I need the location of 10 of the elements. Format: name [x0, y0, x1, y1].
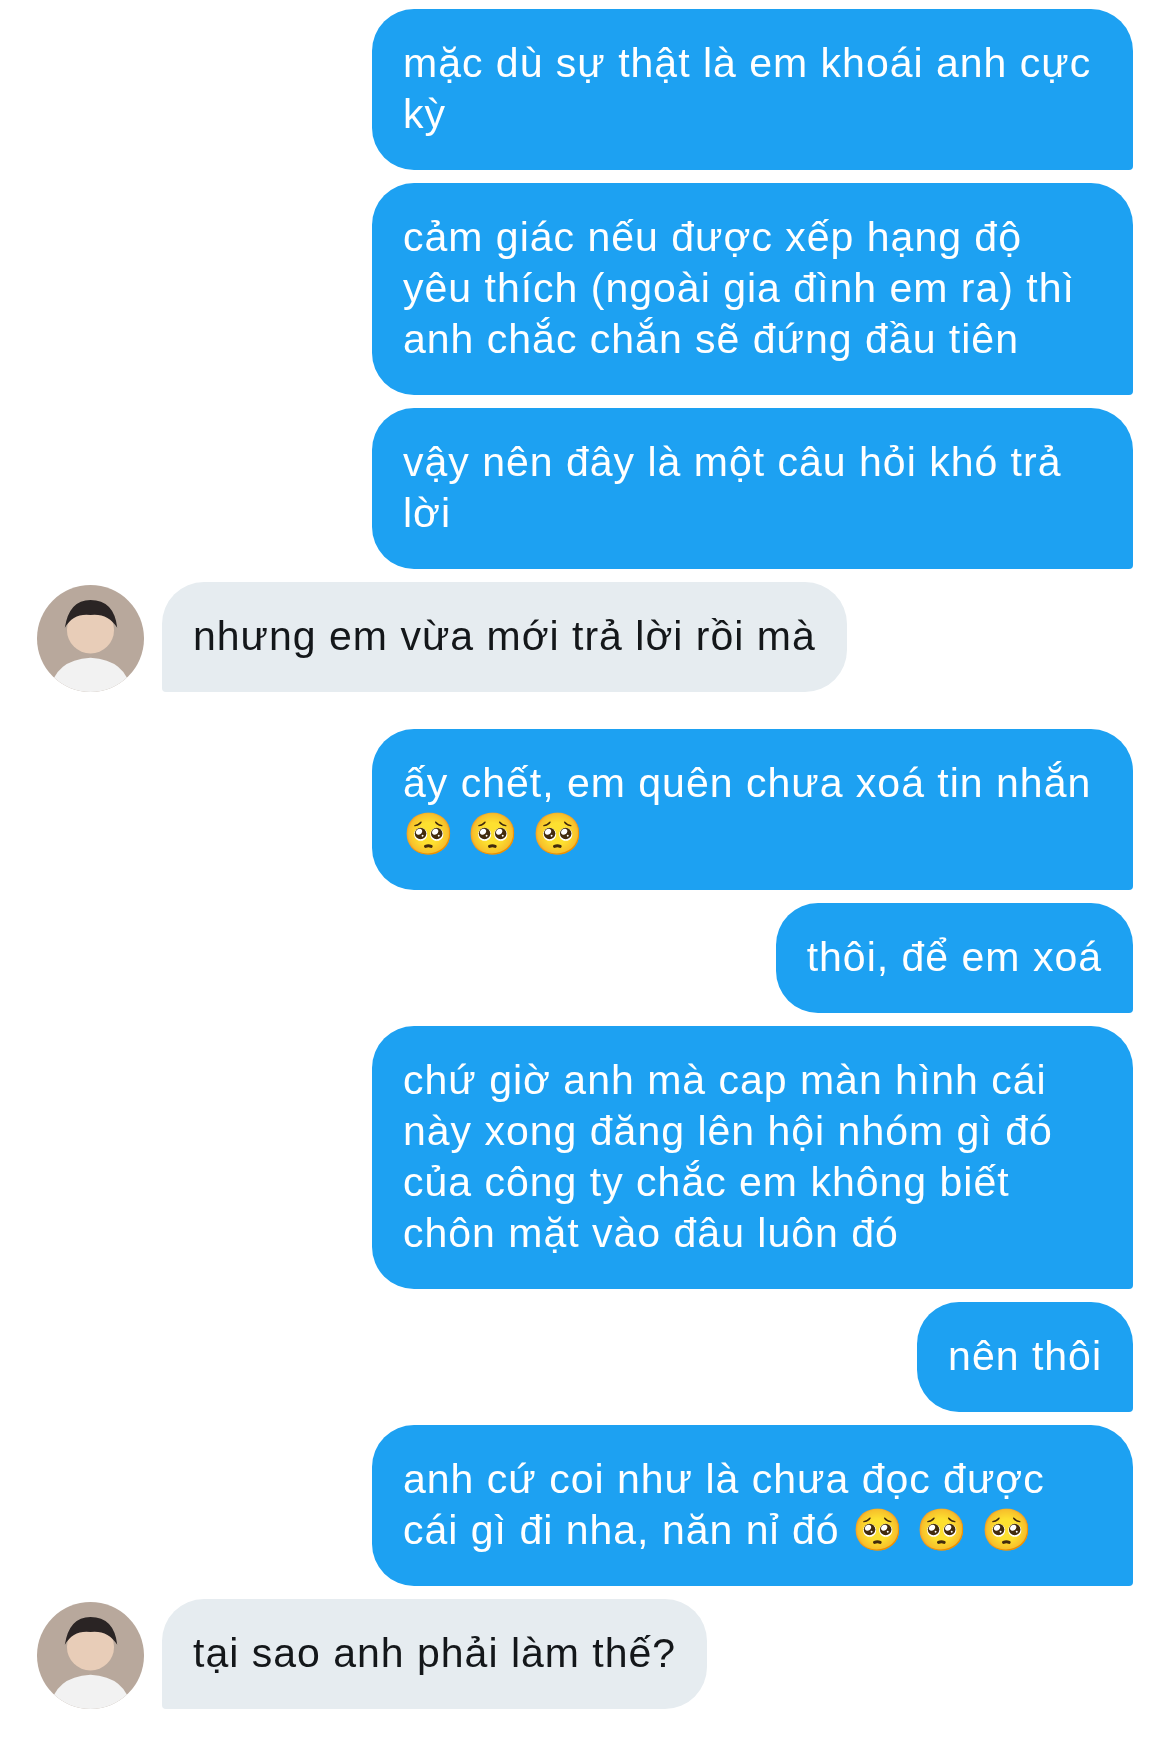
message-bubble: nhưng em vừa mới trả lời rồi mà: [162, 582, 847, 692]
message-bubble: mặc dù sự thật là em khoái anh cực kỳ: [372, 9, 1133, 170]
message-bubble: chứ giờ anh mà cap màn hình cái này xong đăng lên hội nhóm gì đó của công ty chắc em không biết chôn mặt vào đâu luôn đó: [372, 1026, 1133, 1289]
message-bubble: tại sao anh phải làm thế?: [162, 1599, 708, 1709]
message-bubble: cảm giác nếu được xếp hạng độ yêu thích (ngoài gia đình em ra) thì anh chắc chắn sẽ đứng đầu tiên: [372, 183, 1133, 395]
message-bubble: nên thôi: [917, 1302, 1133, 1412]
message-bubble: vậy nên đây là một câu hỏi khó trả lời: [372, 408, 1133, 569]
message-bubble: thôi, để em xoá: [775, 903, 1133, 1013]
message-bubble: ấy chết, em quên chưa xoá tin nhắn 🥺 🥺 🥺: [372, 729, 1133, 890]
message-bubble: anh cứ coi như là chưa đọc được cái gì đi nha, năn nỉ đó 🥺 🥺 🥺: [372, 1425, 1133, 1586]
